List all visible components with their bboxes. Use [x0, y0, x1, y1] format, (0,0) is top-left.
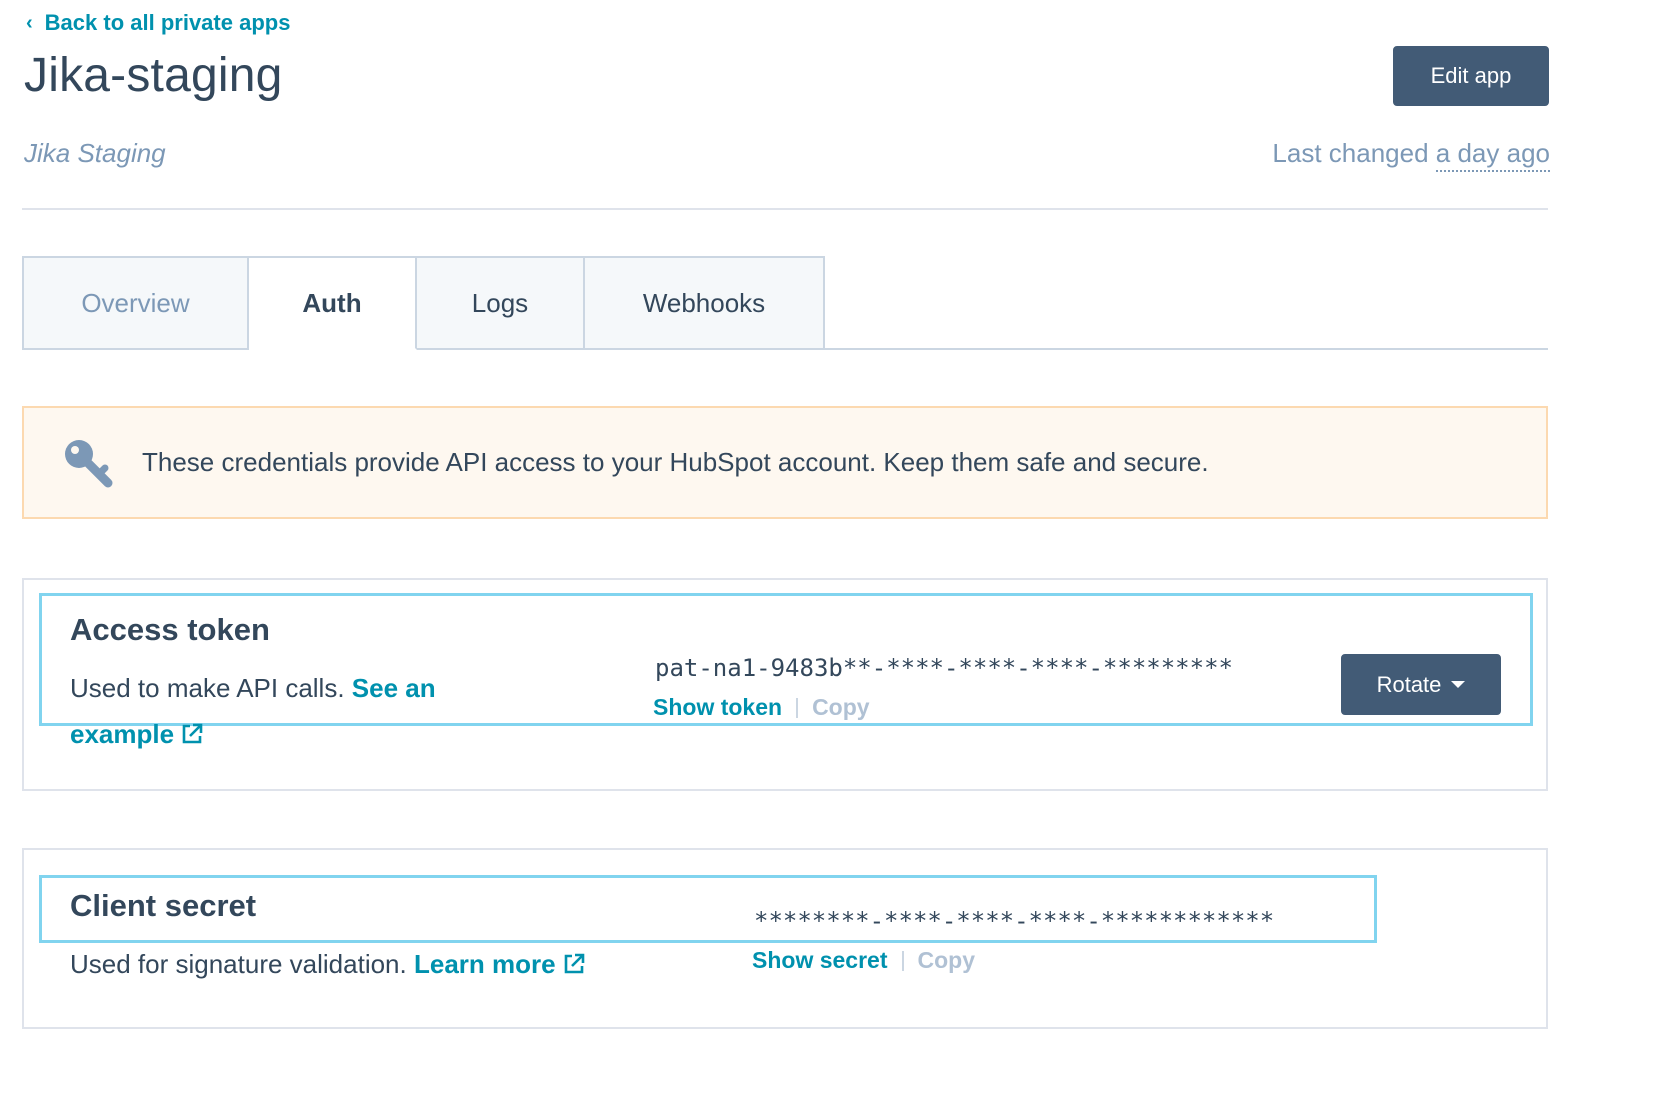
external-link-icon — [564, 953, 584, 974]
app-description: Jika Staging — [24, 138, 166, 168]
caret-down-icon — [1451, 681, 1466, 688]
tab-auth[interactable]: Auth — [249, 256, 417, 350]
show-token-link[interactable]: Show token — [653, 694, 782, 721]
header-divider — [22, 208, 1548, 210]
client-secret-actions: Show secret Copy — [752, 947, 975, 974]
see-an-example-link-label-1: See an — [351, 673, 436, 703]
access-token-description: Used to make API calls. See an example — [70, 665, 490, 757]
rotate-button[interactable]: Rotate — [1341, 654, 1501, 715]
alert-message: These credentials provide API access to … — [142, 447, 1209, 477]
client-secret-title: Client secret — [70, 888, 257, 923]
tab-overview[interactable]: Overview — [22, 256, 249, 350]
client-secret-card — [22, 848, 1548, 1029]
access-token-actions: Show token Copy — [653, 694, 870, 721]
credentials-warning-alert: These credentials provide API access to … — [22, 406, 1548, 519]
show-secret-link[interactable]: Show secret — [752, 947, 888, 974]
access-token-value: pat-na1-9483b**-****-****-****-********* — [655, 654, 1233, 682]
rotate-button-label: Rotate — [1376, 671, 1442, 697]
last-changed: Last changed a day ago — [1272, 138, 1550, 172]
actions-separator — [901, 950, 904, 971]
learn-more-link[interactable]: Learn more — [414, 949, 586, 979]
edit-app-button[interactable]: Edit app — [1393, 46, 1549, 106]
actions-separator — [796, 697, 799, 718]
client-secret-description: Used for signature validation. Learn mor… — [70, 941, 586, 987]
page-title: Jika-staging — [24, 49, 283, 102]
last-changed-label: Last changed — [1272, 138, 1429, 168]
chevron-left-icon: ‹ — [26, 11, 33, 34]
access-token-description-text: Used to make API calls. — [70, 673, 345, 703]
learn-more-link-label: Learn more — [413, 949, 556, 979]
back-to-private-apps-link[interactable]: ‹ Back to all private apps — [26, 10, 290, 36]
client-secret-value: ********-****-****-****-************ — [754, 907, 1275, 935]
tab-logs[interactable]: Logs — [417, 256, 585, 350]
tab-webhooks[interactable]: Webhooks — [585, 256, 825, 350]
tab-bar-underline — [824, 348, 1548, 350]
copy-secret-link[interactable]: Copy — [918, 947, 976, 974]
external-link-icon — [182, 723, 203, 744]
client-secret-description-text: Used for signature validation. — [70, 949, 407, 979]
see-an-example-link-label-2: example — [70, 719, 175, 749]
tab-bar: Overview Auth Logs Webhooks — [22, 256, 825, 350]
last-changed-time[interactable]: a day ago — [1435, 138, 1550, 172]
back-link-label: Back to all private apps — [44, 10, 291, 35]
access-token-title: Access token — [70, 612, 270, 647]
copy-token-link[interactable]: Copy — [812, 694, 870, 721]
key-icon — [65, 439, 113, 487]
